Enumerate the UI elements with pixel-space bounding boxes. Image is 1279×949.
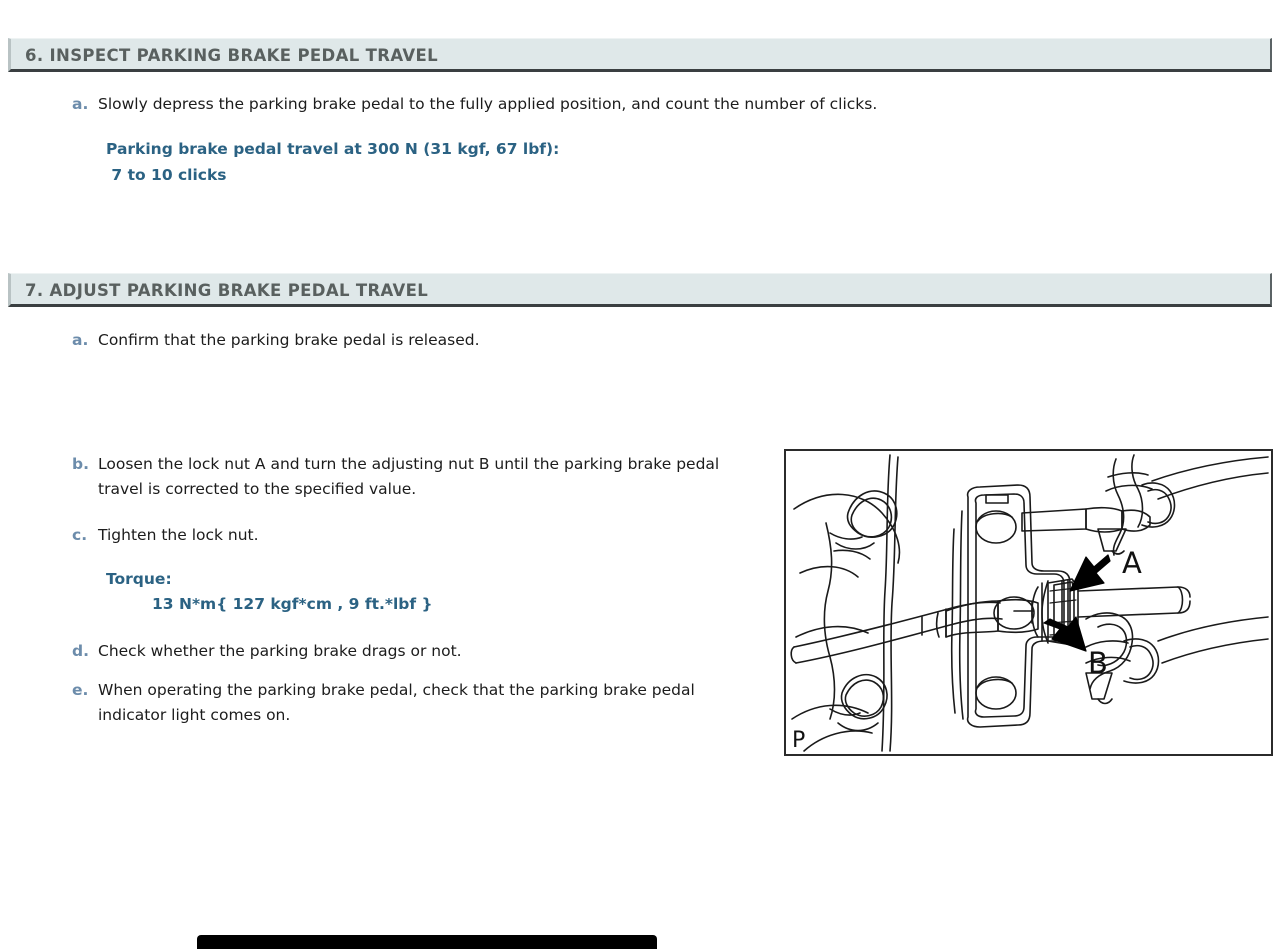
step-7b: b. Loosen the lock nut A and turn the ad… xyxy=(72,452,762,502)
step-7c-letter: c. xyxy=(72,526,88,544)
step-7d-text: Check whether the parking brake drags or… xyxy=(98,642,462,660)
spec-pedal-travel-title: Parking brake pedal travel at 300 N (31 … xyxy=(106,140,560,158)
step-7c-text: Tighten the lock nut. xyxy=(98,526,259,544)
section-header-6: 6. INSPECT PARKING BRAKE PEDAL TRAVEL xyxy=(8,38,1272,72)
section-header-7: 7. ADJUST PARKING BRAKE PEDAL TRAVEL xyxy=(8,273,1272,307)
callout-label-a: A xyxy=(1122,546,1142,580)
section-6-title: 6. INSPECT PARKING BRAKE PEDAL TRAVEL xyxy=(25,46,438,65)
section-7-title: 7. ADJUST PARKING BRAKE PEDAL TRAVEL xyxy=(25,281,429,300)
step-7d: d. Check whether the parking brake drags… xyxy=(72,639,672,664)
step-7b-text: Loosen the lock nut A and turn the adjus… xyxy=(98,455,720,498)
step-7a-text: Confirm that the parking brake pedal is … xyxy=(98,331,480,349)
step-7e-text: When operating the parking brake pedal, … xyxy=(98,681,695,724)
step-6a-text: Slowly depress the parking brake pedal t… xyxy=(98,95,878,113)
step-7c: c. Tighten the lock nut. xyxy=(72,523,672,548)
step-7d-letter: d. xyxy=(72,642,89,660)
torque-value: 13 N*m{ 127 kgf*cm , 9 ft.*lbf } xyxy=(152,595,433,613)
spec-pedal-travel-value: 7 to 10 clicks xyxy=(106,166,227,184)
callout-label-b: B xyxy=(1088,646,1108,680)
step-7e-letter: e. xyxy=(72,681,89,699)
parking-brake-equalizer-linedrawing: A B P xyxy=(790,454,1269,753)
step-7b-letter: b. xyxy=(72,455,89,473)
torque-title: Torque: xyxy=(106,570,172,588)
step-6a-letter: a. xyxy=(72,95,89,113)
step-7a: a. Confirm that the parking brake pedal … xyxy=(72,328,772,353)
step-6a: a. Slowly depress the parking brake peda… xyxy=(72,92,1072,117)
bottom-progress-bar xyxy=(197,935,657,949)
parking-brake-equalizer-figure: A B P xyxy=(784,449,1273,756)
step-7e: e. When operating the parking brake peda… xyxy=(72,678,742,728)
step-7a-letter: a. xyxy=(72,331,89,349)
figure-corner-label: P xyxy=(792,728,805,753)
